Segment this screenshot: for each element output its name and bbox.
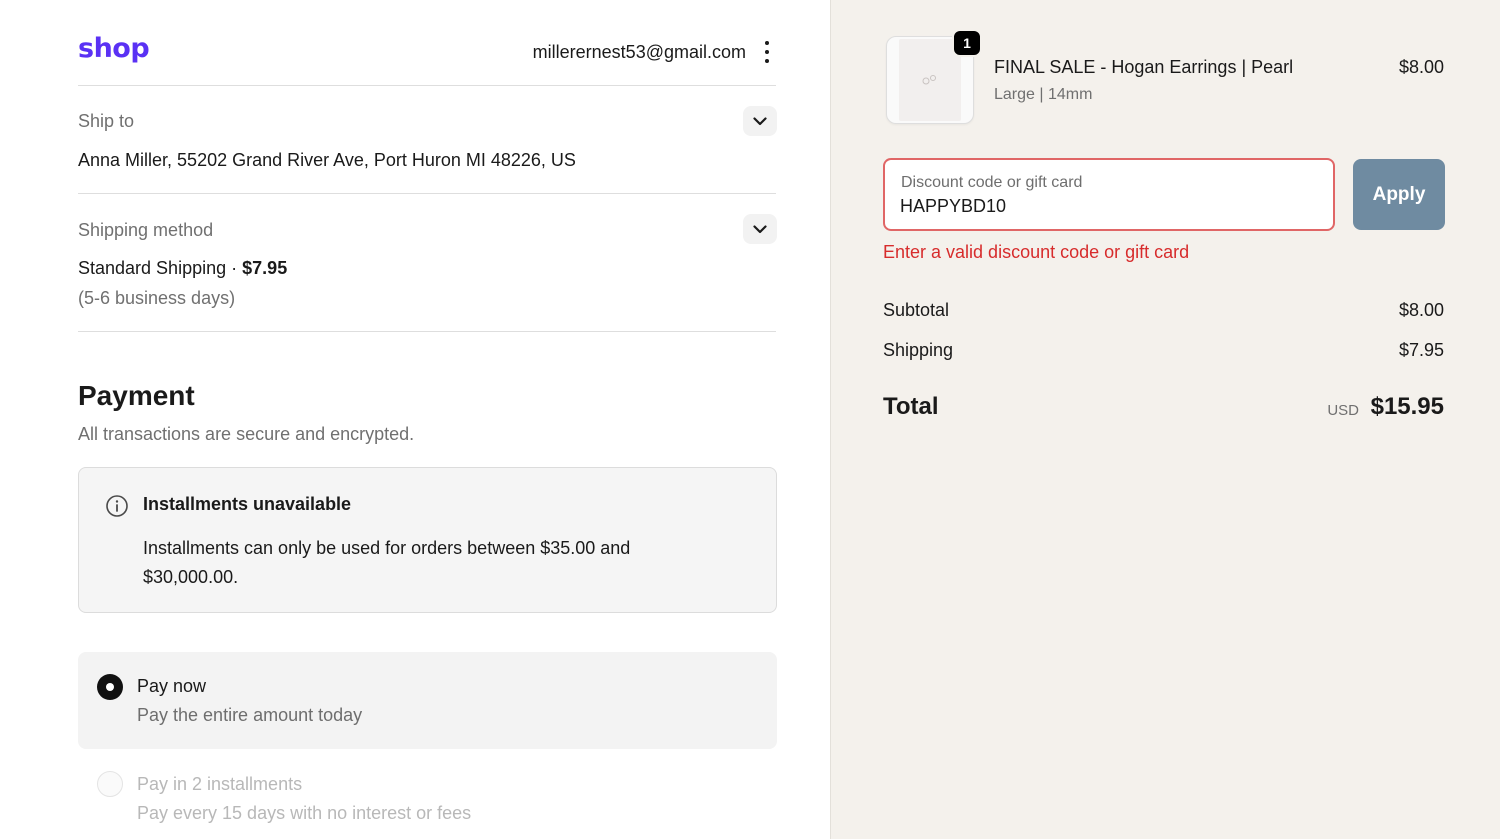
shipping-label: Shipping	[883, 340, 954, 360]
shipping-method-label: Shipping method	[78, 220, 214, 240]
discount-error-message: Enter a valid discount code or gift card	[883, 242, 1190, 262]
option-subtitle: Pay the entire amount today	[137, 705, 363, 725]
option-title: Pay in 2 installments	[137, 774, 303, 794]
payment-title: Payment	[78, 380, 195, 411]
subtotal-value: $8.00	[1398, 300, 1444, 320]
total-label: Total	[883, 393, 939, 420]
shop-logo[interactable]: shop	[78, 33, 150, 64]
chevron-down-icon	[753, 224, 767, 233]
divider	[78, 331, 776, 332]
total-value: $15.95	[1370, 393, 1444, 420]
ship-to-expand-button[interactable]	[743, 106, 777, 136]
shipping-method-name: Standard Shipping	[78, 258, 227, 278]
notice-body: Installments can only be used for orders…	[143, 538, 631, 587]
radio-selected[interactable]	[97, 674, 123, 700]
shipping-method-summary: Standard Shipping · $7.95	[78, 258, 287, 279]
ship-to-label: Ship to	[78, 111, 135, 131]
info-icon	[106, 495, 128, 517]
total-currency: USD	[1327, 402, 1359, 419]
chevron-down-icon	[753, 116, 767, 125]
shipping-method-price: $7.95	[242, 258, 288, 278]
notice-title: Installments unavailable	[143, 494, 352, 514]
divider	[78, 85, 776, 86]
shipping-method-eta: (5-6 business days)	[78, 288, 236, 308]
radio-unselected[interactable]	[97, 771, 123, 797]
option-title: Pay now	[137, 676, 207, 696]
shipping-value: $7.95	[1398, 340, 1444, 360]
ship-to-address: Anna Miller, 55202 Grand River Ave, Port…	[78, 150, 576, 170]
checkout-main-panel: shop millerernest53@gmail.com Ship to An…	[0, 0, 830, 839]
subtotal-label: Subtotal	[883, 300, 950, 320]
product-variant: Large | 14mm	[994, 86, 1093, 103]
apply-discount-button[interactable]: Apply	[1353, 159, 1445, 230]
separator: ·	[231, 258, 238, 278]
product-price: $8.00	[1398, 57, 1444, 77]
installments-notice: Installments unavailable Installments ca…	[78, 467, 777, 613]
earring-icon	[922, 75, 936, 85]
payment-option-pay-now[interactable]: Pay now Pay the entire amount today	[78, 652, 777, 749]
discount-field-label: Discount code or gift card	[901, 174, 1083, 191]
discount-code-input[interactable]	[900, 196, 1300, 217]
kebab-menu-icon[interactable]	[760, 41, 774, 63]
product-name: FINAL SALE - Hogan Earrings | Pearl	[994, 57, 1294, 77]
option-subtitle: Pay every 15 days with no interest or fe…	[137, 803, 472, 823]
divider	[78, 193, 776, 194]
quantity-badge: 1	[952, 29, 982, 57]
discount-code-field[interactable]: Discount code or gift card	[883, 158, 1335, 231]
account-email: millerernest53@gmail.com	[532, 42, 746, 62]
shipping-method-expand-button[interactable]	[743, 214, 777, 244]
payment-subtitle: All transactions are secure and encrypte…	[78, 424, 415, 444]
